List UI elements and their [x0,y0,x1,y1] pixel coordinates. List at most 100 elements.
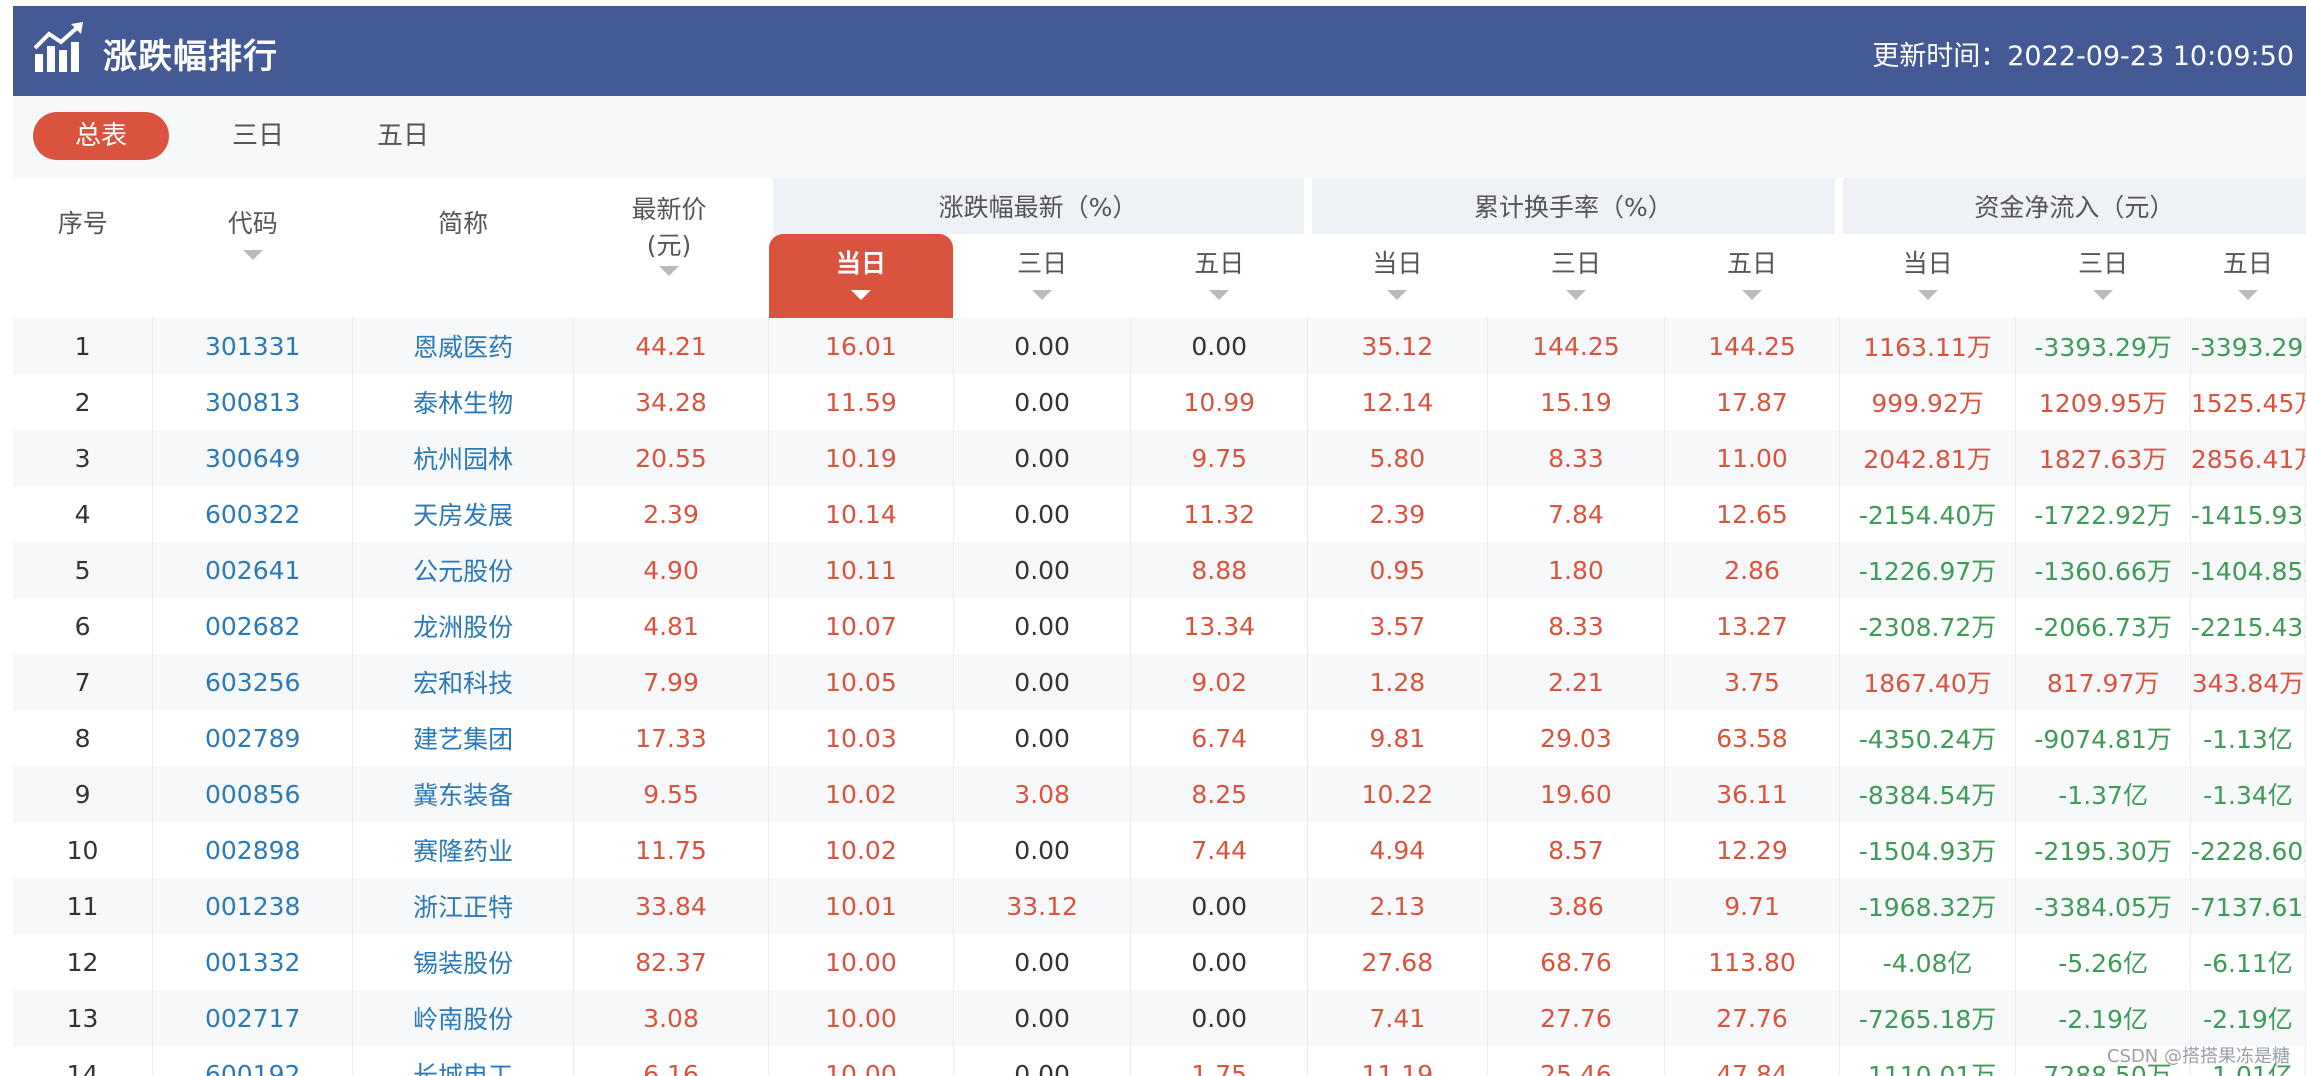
net-inflow-3day: 1827.63万 [2015,430,2191,486]
stock-name-link[interactable]: 冀东装备 [352,766,575,822]
stock-code-link[interactable]: 002789 [152,710,354,766]
table-row[interactable]: 11 001238 浙江正特 33.84 10.01 33.12 0.00 2.13 3.86 9… [13,878,2306,934]
stock-code-link[interactable]: 001238 [152,878,354,934]
table-row[interactable]: 14 600192 长城电工 6.16 10.00 0.00 1.75 11.19 25.46 4… [13,1046,2306,1076]
turnover-5day: 12.29 [1664,822,1840,878]
change-today: 10.19 [768,430,954,486]
stock-code-link[interactable]: 002717 [152,990,354,1046]
header-flow-5day[interactable]: 五日 [2190,234,2305,318]
table-row[interactable]: 9 000856 冀东装备 9.55 10.02 3.08 8.25 10.22 19.60 36… [13,766,2306,822]
table-row[interactable]: 8 002789 建艺集团 17.33 10.03 0.00 6.74 9.81 29.03 63… [13,710,2306,766]
table-row[interactable]: 1 301331 恩威医药 44.21 16.01 0.00 0.00 35.12 144.25… [13,318,2306,374]
sort-down-icon[interactable] [242,250,263,260]
stock-code-link[interactable]: 603256 [152,654,354,710]
stock-code-link[interactable]: 002641 [152,542,354,598]
stock-code-link[interactable]: 001332 [152,934,354,990]
stock-code-link[interactable]: 002898 [152,822,354,878]
header-change-3day[interactable]: 三日 [953,234,1131,318]
tab-three-day[interactable]: 三日 [208,112,308,160]
change-5day: 9.75 [1130,430,1309,486]
table-row[interactable]: 10 002898 赛隆药业 11.75 10.02 0.00 7.44 4.94 8.57 12… [13,822,2306,878]
table-row[interactable]: 3 300649 杭州园林 20.55 10.19 0.00 9.75 5.80 8.33 11.… [13,430,2306,486]
header-price[interactable]: 最新价 (元) [573,178,769,318]
sort-down-icon[interactable] [1742,290,1763,300]
stock-name-link[interactable]: 恩威医药 [352,318,575,374]
change-today: 10.00 [768,990,954,1046]
change-5day: 1.75 [1130,1046,1309,1076]
stock-name-link[interactable]: 宏和科技 [352,654,575,710]
table-row[interactable]: 13 002717 岭南股份 3.08 10.00 0.00 0.00 7.41 27.76 27… [13,990,2306,1046]
header-flow-3day[interactable]: 三日 [2016,234,2191,318]
stock-code-link[interactable]: 000856 [152,766,354,822]
stock-name-link[interactable]: 龙洲股份 [352,598,575,654]
turnover-5day: 3.75 [1664,654,1840,710]
stock-code-link[interactable]: 300649 [152,430,354,486]
sort-down-icon[interactable] [2093,290,2114,300]
turnover-3day: 27.76 [1487,990,1666,1046]
header-turnover-5day[interactable]: 五日 [1665,234,1840,318]
tab-five-day[interactable]: 五日 [353,112,453,160]
latest-price: 7.99 [573,654,770,710]
net-inflow-5day: 343.84万 [2190,654,2306,710]
stock-name-link[interactable]: 建艺集团 [352,710,575,766]
stock-name-link[interactable]: 泰林生物 [352,374,575,430]
change-5day: 7.44 [1130,822,1309,878]
row-index: 4 [13,486,154,542]
turnover-3day: 68.76 [1487,934,1666,990]
header-turnover-today[interactable]: 当日 [1308,234,1488,318]
table-row[interactable]: 12 001332 锡装股份 82.37 10.00 0.00 0.00 27.68 68.76… [13,934,2306,990]
net-inflow-5day: -2.19亿 [2190,990,2306,1046]
stock-code-link[interactable]: 002682 [152,598,354,654]
header-change-today[interactable]: 当日 [768,234,954,318]
turnover-5day: 47.84 [1664,1046,1840,1076]
stock-code-link[interactable]: 600192 [152,1046,354,1076]
stock-name-link[interactable]: 锡装股份 [352,934,575,990]
row-index: 12 [13,934,154,990]
sort-down-icon[interactable] [2237,290,2258,300]
sort-down-icon[interactable] [1032,290,1053,300]
stock-name-link[interactable]: 岭南股份 [352,990,575,1046]
table-row[interactable]: 5 002641 公元股份 4.90 10.11 0.00 8.88 0.95 1.80 2.86… [13,542,2306,598]
header-code[interactable]: 代码 [152,178,353,318]
net-inflow-3day: -3393.29万 [2015,318,2191,374]
change-today: 11.59 [768,374,954,430]
sort-down-icon[interactable] [1387,290,1408,300]
stock-name-link[interactable]: 赛隆药业 [352,822,575,878]
row-index: 11 [13,878,154,934]
table-row[interactable]: 2 300813 泰林生物 34.28 11.59 0.00 10.99 12.14 15.19… [13,374,2306,430]
stock-name-link[interactable]: 天房发展 [352,486,575,542]
stock-name-link[interactable]: 浙江正特 [352,878,575,934]
stock-code-link[interactable]: 300813 [152,374,354,430]
table-row[interactable]: 4 600322 天房发展 2.39 10.14 0.00 11.32 2.39 7.84 12.… [13,486,2306,542]
stock-name-link[interactable]: 杭州园林 [352,430,575,486]
table-row[interactable]: 6 002682 龙洲股份 4.81 10.07 0.00 13.34 3.57 8.33 13.… [13,598,2306,654]
tab-summary[interactable]: 总表 [33,112,169,160]
row-index: 13 [13,990,154,1046]
turnover-today: 9.81 [1307,710,1488,766]
turnover-3day: 29.03 [1487,710,1666,766]
stock-name-link[interactable]: 公元股份 [352,542,575,598]
sort-down-icon[interactable] [659,266,680,276]
row-index: 8 [13,710,154,766]
stock-code-link[interactable]: 301331 [152,318,354,374]
header-flow-today[interactable]: 当日 [1839,234,2016,318]
watermark: CSDN @搭搭果冻是糖 [2106,1046,2290,1067]
sort-down-icon[interactable] [1565,290,1586,300]
stock-code-link[interactable]: 600322 [152,486,354,542]
header-change-5day[interactable]: 五日 [1131,234,1308,318]
tab-bar: 总表 三日 五日 [13,96,2306,178]
table-row[interactable]: 7 603256 宏和科技 7.99 10.05 0.00 9.02 1.28 2.21 3.75… [13,654,2306,710]
header-turnover-3day[interactable]: 三日 [1487,234,1665,318]
turnover-today: 2.13 [1307,878,1488,934]
stock-name-link[interactable]: 长城电工 [352,1046,575,1076]
net-inflow-3day: -2195.30万 [2015,822,2191,878]
net-inflow-3day: -1722.92万 [2015,486,2191,542]
sort-down-icon[interactable] [1209,290,1230,300]
turnover-today: 2.39 [1307,486,1488,542]
change-3day: 33.12 [953,878,1132,934]
sort-down-icon[interactable] [850,290,871,300]
change-3day: 0.00 [953,654,1132,710]
sort-down-icon[interactable] [1917,290,1938,300]
net-inflow-5day: -1.13亿 [2190,710,2306,766]
row-index: 5 [13,542,154,598]
